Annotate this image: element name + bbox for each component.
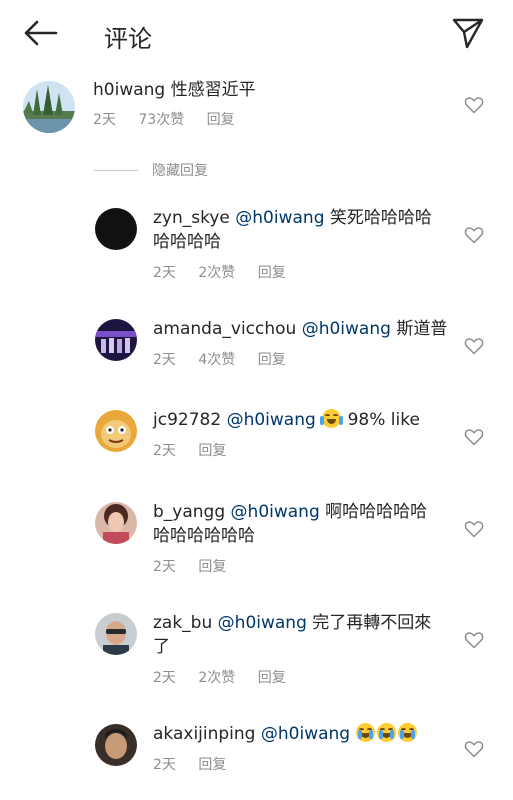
comment-body: 啊哈哈哈哈哈 (325, 502, 428, 522)
page-title: 评论 (104, 25, 152, 53)
comment-meta: 2天 回复 (153, 556, 244, 576)
comment-text: akaxijinping @h0iwang (153, 722, 418, 746)
comment-text: b_yangg @h0iwang 啊哈哈哈哈哈 (153, 500, 427, 524)
username[interactable]: zyn_skye (153, 208, 230, 228)
laugh-emoji-icon (320, 409, 344, 428)
comment-body: 98% like (347, 410, 420, 430)
timestamp: 2天 (153, 559, 176, 575)
comment-body-continued: 哈哈哈哈 (153, 232, 221, 252)
cry-emoji-icon (398, 723, 418, 742)
reply-button[interactable]: 回复 (207, 112, 235, 128)
timestamp: 2天 (153, 670, 176, 686)
username[interactable]: b_yangg (153, 502, 225, 522)
reply-button[interactable]: 回复 (198, 559, 226, 575)
avatar[interactable] (95, 208, 137, 250)
comment-text: jc92782 @h0iwang 98% like (153, 408, 420, 432)
reply-item: amanda_vicchou @h0iwang 斯道普 2天 4次赞 回复 (0, 317, 513, 377)
reply-item: zyn_skye @h0iwang 笑死哈哈哈哈 哈哈哈哈 2天 2次赞 回复 (0, 206, 513, 286)
like-count[interactable]: 2次赞 (198, 670, 235, 686)
comment-meta: 2天 回复 (153, 754, 244, 774)
main-comment: h0iwang 性感習近平 2天 73次赞 回复 (0, 78, 513, 148)
reply-button[interactable]: 回复 (198, 443, 226, 459)
heart-outline-icon[interactable] (464, 225, 484, 245)
comment-body: 完了再轉不回來 (312, 613, 432, 633)
comment-meta: 2天 2次赞 回复 (153, 667, 304, 687)
like-count[interactable]: 73次赞 (138, 112, 184, 128)
avatar[interactable] (95, 502, 137, 544)
timestamp: 2天 (153, 443, 176, 459)
timestamp: 2天 (153, 352, 176, 368)
avatar[interactable] (95, 319, 137, 361)
heart-outline-icon[interactable] (464, 519, 484, 539)
comment-text: zyn_skye @h0iwang 笑死哈哈哈哈 (153, 206, 432, 230)
mention-link[interactable]: @h0iwang (261, 724, 350, 744)
timestamp: 2天 (153, 757, 176, 773)
mention-link[interactable]: @h0iwang (227, 410, 316, 430)
top-bar: 评论 (0, 0, 513, 66)
heart-outline-icon[interactable] (464, 427, 484, 447)
reply-button[interactable]: 回复 (258, 352, 286, 368)
mention-link[interactable]: @h0iwang (218, 613, 307, 633)
comment-meta: 2天 2次赞 回复 (153, 262, 304, 282)
reply-item: zak_bu @h0iwang 完了再轉不回來 了 2天 2次赞 回复 (0, 611, 513, 691)
comment-body-continued: 了 (153, 637, 170, 657)
reply-item: b_yangg @h0iwang 啊哈哈哈哈哈 哈哈哈哈哈哈 2天 回复 (0, 500, 513, 580)
heart-outline-icon[interactable] (464, 739, 484, 759)
comment-body-continued: 哈哈哈哈哈哈 (153, 526, 255, 546)
comment-text: h0iwang 性感習近平 (93, 78, 256, 102)
cry-emoji-icon (356, 723, 376, 742)
comment-meta: 2天 回复 (153, 440, 244, 460)
comment-text: amanda_vicchou @h0iwang 斯道普 (153, 317, 447, 341)
comment-meta: 2天 4次赞 回复 (153, 349, 304, 369)
reply-button[interactable]: 回复 (258, 265, 286, 281)
comment-body: 性感習近平 (170, 80, 256, 100)
username[interactable]: zak_bu (153, 613, 212, 633)
avatar[interactable] (95, 613, 137, 655)
paper-plane-icon[interactable] (450, 15, 486, 51)
avatar[interactable] (95, 410, 137, 452)
arrow-left-icon[interactable] (22, 18, 58, 48)
reply-item: akaxijinping @h0iwang 2天 回复 (0, 722, 513, 782)
reply-button[interactable]: 回复 (198, 757, 226, 773)
hide-replies-label[interactable]: 隐藏回复 (152, 160, 208, 180)
like-count[interactable]: 2次赞 (198, 265, 235, 281)
comment-meta: 2天 73次赞 回复 (93, 109, 253, 129)
username[interactable]: akaxijinping (153, 724, 255, 744)
mention-link[interactable]: @h0iwang (302, 319, 391, 339)
timestamp: 2天 (153, 265, 176, 281)
username[interactable]: jc92782 (153, 410, 221, 430)
reply-button[interactable]: 回复 (258, 670, 286, 686)
like-count[interactable]: 4次赞 (198, 352, 235, 368)
heart-outline-icon[interactable] (464, 630, 484, 650)
avatar[interactable] (95, 724, 137, 766)
cry-emoji-icon (377, 723, 397, 742)
comment-body: 笑死哈哈哈哈 (329, 208, 432, 228)
mention-link[interactable]: @h0iwang (231, 502, 320, 522)
mention-link[interactable]: @h0iwang (235, 208, 324, 228)
timestamp: 2天 (93, 112, 116, 128)
reply-item: jc92782 @h0iwang 98% like 2天 回复 (0, 408, 513, 468)
username[interactable]: h0iwang (93, 80, 165, 100)
comment-body: 斯道普 (396, 319, 448, 339)
avatar[interactable] (23, 81, 75, 133)
divider-line (94, 170, 138, 171)
username[interactable]: amanda_vicchou (153, 319, 296, 339)
comment-text: zak_bu @h0iwang 完了再轉不回來 (153, 611, 431, 635)
heart-outline-icon[interactable] (464, 336, 484, 356)
heart-outline-icon[interactable] (464, 95, 484, 115)
